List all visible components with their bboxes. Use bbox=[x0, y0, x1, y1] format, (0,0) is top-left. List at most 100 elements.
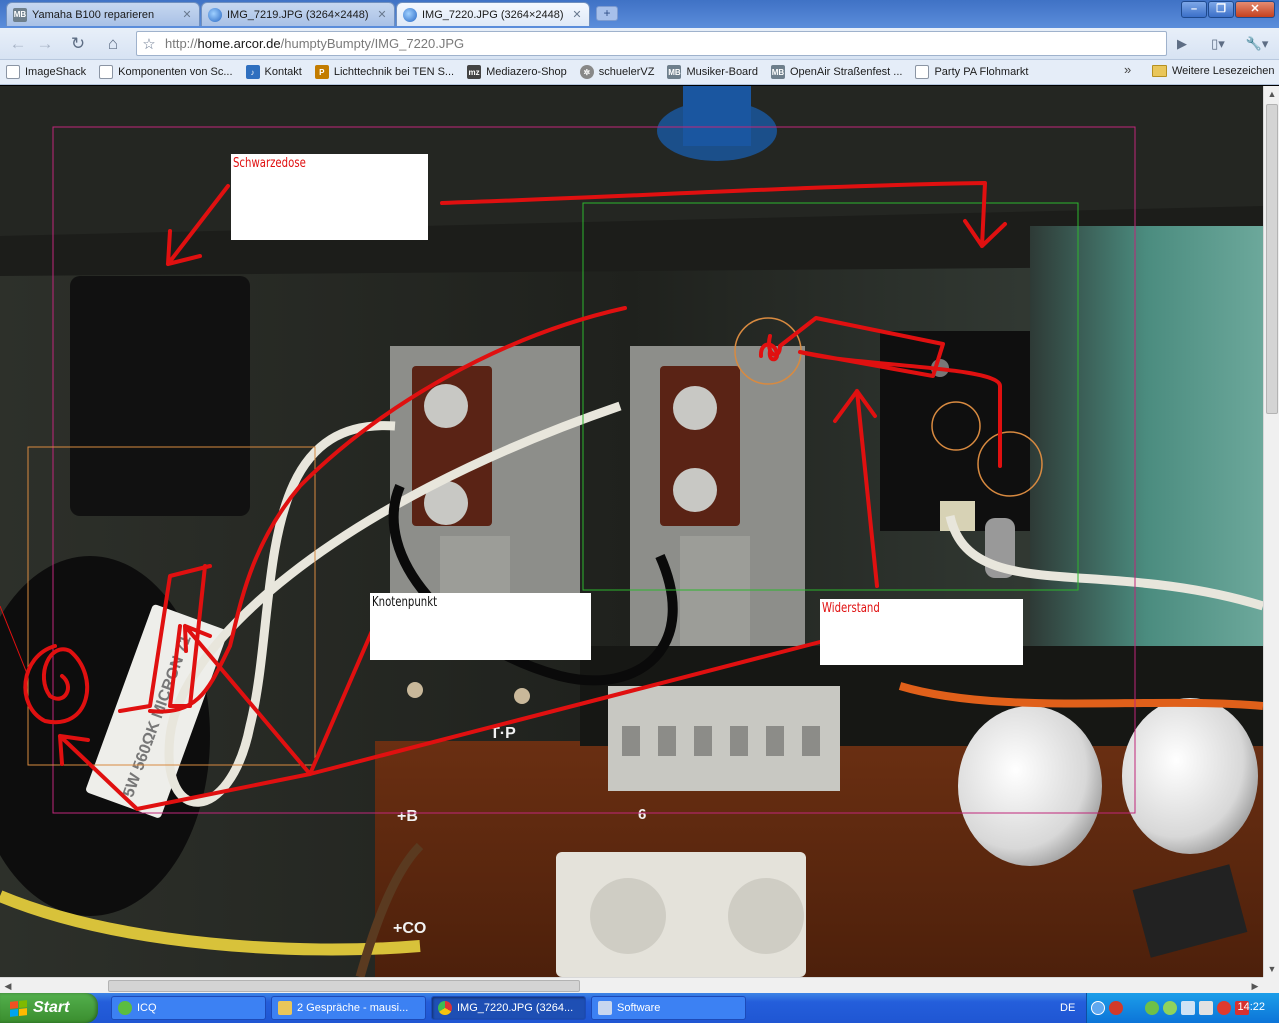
bookmark-musiker-board[interactable]: MB Musiker-Board bbox=[667, 65, 758, 79]
page-icon bbox=[99, 65, 114, 79]
tab-title: IMG_7220.JPG (3264×2448) bbox=[422, 8, 564, 21]
taskbar-item-label: 2 Gespräche - mausi... bbox=[297, 1002, 409, 1014]
bookmark-openair[interactable]: MB OpenAir Straßenfest ... bbox=[770, 65, 903, 79]
tab-img-7220[interactable]: IMG_7220.JPG (3264×2448) ✕ bbox=[396, 2, 590, 26]
taskbar-item-label: IMG_7220.JPG (3264... bbox=[457, 1002, 574, 1014]
taskbar-item-icq[interactable]: ICQ bbox=[111, 996, 266, 1020]
mb-icon: MB bbox=[770, 65, 785, 79]
resistor-hole bbox=[590, 878, 666, 954]
p-logo-icon: P bbox=[314, 65, 329, 79]
start-label: Start bbox=[33, 999, 70, 1016]
tab-title: IMG_7219.JPG (3264×2448) bbox=[227, 8, 369, 21]
other-bookmarks-button[interactable]: Weitere Lesezeichen bbox=[1152, 65, 1275, 77]
url-prefix: http:// bbox=[165, 36, 198, 51]
pcb-hole bbox=[407, 682, 423, 698]
bookmark-label: Mediazero-Shop bbox=[486, 66, 567, 78]
speaker-icon[interactable] bbox=[1199, 1001, 1213, 1015]
bookmark-lichttechnik[interactable]: P Lichttechnik bei TEN S... bbox=[314, 65, 455, 79]
mz-logo-icon: mz bbox=[467, 65, 482, 79]
bookmark-label: OpenAir Straßenfest ... bbox=[789, 66, 903, 78]
page-icon bbox=[6, 65, 20, 79]
bookmark-label: schuelerVZ bbox=[598, 66, 655, 78]
annotated-photo: T·P +B +CO 6 5W 560ΩK MICRON 71 bbox=[0, 86, 1263, 977]
capacitor bbox=[1122, 698, 1258, 854]
image-viewport: T·P +B +CO 6 5W 560ΩK MICRON 71 Schwarze… bbox=[0, 86, 1263, 977]
scroll-left-arrow-icon[interactable]: ◀ bbox=[0, 978, 16, 994]
reload-button[interactable]: ↻ bbox=[66, 32, 90, 56]
close-icon[interactable]: ✕ bbox=[376, 8, 388, 21]
bookmark-label: Kontakt bbox=[264, 66, 302, 78]
tools-menu-button[interactable]: 🔧▾ bbox=[1240, 32, 1274, 56]
pcb-label-plus-co: +CO bbox=[393, 920, 426, 937]
bookmark-kontakt[interactable]: ♪ Kontakt bbox=[245, 65, 302, 79]
folder-icon bbox=[1152, 65, 1167, 77]
scroll-right-arrow-icon[interactable]: ▶ bbox=[1247, 978, 1263, 994]
back-button[interactable]: ← bbox=[6, 32, 30, 56]
folder-icon bbox=[278, 1001, 292, 1015]
chrome-icon bbox=[438, 1001, 452, 1015]
label-schwarzedose: Schwarzedose bbox=[233, 156, 306, 171]
taskbar-item-label: ICQ bbox=[137, 1002, 157, 1014]
pin-header-connector bbox=[608, 686, 840, 791]
bookmark-komponenten[interactable]: Komponenten von Sc... bbox=[99, 65, 233, 79]
bookmark-imageshack[interactable]: ImageShack bbox=[6, 65, 86, 79]
tab-img-7219[interactable]: IMG_7219.JPG (3264×2448) ✕ bbox=[201, 2, 395, 26]
go-button[interactable]: ▶ bbox=[1170, 32, 1194, 56]
close-icon[interactable]: ✕ bbox=[181, 8, 193, 21]
blue-knob-shaft bbox=[683, 86, 751, 146]
bookmark-label: ImageShack bbox=[25, 66, 87, 78]
scroll-down-arrow-icon[interactable]: ▼ bbox=[1264, 961, 1279, 977]
maximize-button[interactable]: ❐ bbox=[1208, 1, 1234, 18]
new-tab-button[interactable]: + bbox=[596, 6, 618, 21]
clock[interactable]: 14:22 bbox=[1237, 1001, 1265, 1013]
security-shield-icon[interactable] bbox=[1109, 1001, 1123, 1015]
scroll-corner bbox=[1263, 977, 1279, 993]
address-bar[interactable]: ☆ http://home.arcor.de/humptyBumpty/IMG_… bbox=[136, 31, 1167, 56]
right-switch bbox=[630, 346, 805, 646]
bookmark-party-pa[interactable]: Party PA Flohmarkt bbox=[915, 65, 1028, 79]
resistor-hole bbox=[728, 878, 804, 954]
scroll-up-arrow-icon[interactable]: ▲ bbox=[1264, 86, 1279, 102]
bookmark-label: Party PA Flohmarkt bbox=[934, 66, 1029, 78]
music-note-icon: ♪ bbox=[245, 65, 260, 79]
url-text[interactable]: http://home.arcor.de/humptyBumpty/IMG_72… bbox=[161, 36, 464, 51]
vertical-scroll-thumb[interactable] bbox=[1266, 104, 1278, 414]
close-window-button[interactable]: ✕ bbox=[1235, 1, 1275, 18]
pcb-label-connector-num: 6 bbox=[638, 806, 646, 823]
taskbar-item-label: Software bbox=[617, 1002, 661, 1014]
tab-yamaha[interactable]: MB Yamaha B100 reparieren ✕ bbox=[6, 2, 200, 26]
bookmark-label: Lichttechnik bei TEN S... bbox=[333, 66, 455, 78]
monitor-icon[interactable] bbox=[1181, 1001, 1195, 1015]
antivirus-icon[interactable] bbox=[1217, 1001, 1231, 1015]
taskbar-item-gespraeche[interactable]: 2 Gespräche - mausi... bbox=[271, 996, 426, 1020]
other-bookmarks-label: Weitere Lesezeichen bbox=[1172, 65, 1275, 77]
pcb-hole bbox=[514, 688, 530, 704]
vertical-scrollbar[interactable]: ▲ ▼ bbox=[1263, 86, 1279, 977]
globe-icon bbox=[403, 7, 417, 22]
close-icon[interactable]: ✕ bbox=[571, 8, 583, 21]
url-path: /humptyBumpty/IMG_7220.JPG bbox=[280, 36, 465, 51]
language-indicator[interactable]: DE bbox=[1060, 1002, 1075, 1014]
bookmark-schuelervz[interactable]: ✲ schuelerVZ bbox=[579, 65, 655, 79]
network-icon[interactable] bbox=[1145, 1001, 1159, 1015]
tab-title: Yamaha B100 reparieren bbox=[32, 8, 155, 21]
horizontal-scroll-thumb[interactable] bbox=[108, 980, 580, 992]
forward-button[interactable]: → bbox=[33, 32, 57, 56]
minimize-button[interactable]: – bbox=[1181, 1, 1207, 18]
horizontal-scrollbar[interactable]: ◀ ▶ bbox=[0, 977, 1263, 993]
window-icon bbox=[598, 1001, 612, 1015]
tray-arrow-icon[interactable] bbox=[1091, 1001, 1105, 1015]
label-widerstand: Widerstand bbox=[822, 601, 880, 616]
taskbar-item-software[interactable]: Software bbox=[591, 996, 746, 1020]
bookmarks-bar: ImageShack Komponenten von Sc... ♪ Kontak… bbox=[0, 60, 1279, 85]
bookmark-mediazero[interactable]: mz Mediazero-Shop bbox=[467, 65, 567, 79]
bookmark-star-icon[interactable]: ☆ bbox=[137, 35, 161, 53]
tab-strip: MB Yamaha B100 reparieren ✕ IMG_7219.JPG… bbox=[0, 0, 1279, 28]
taskbar-item-browser[interactable]: IMG_7220.JPG (3264... bbox=[431, 996, 586, 1020]
system-tray: 14:22 bbox=[1086, 993, 1279, 1023]
icq-flower-icon[interactable] bbox=[1163, 1001, 1177, 1015]
bookmarks-overflow-button[interactable]: » bbox=[1124, 62, 1131, 77]
start-button[interactable]: Start bbox=[0, 993, 98, 1023]
home-button[interactable]: ⌂ bbox=[101, 32, 125, 56]
page-menu-button[interactable]: ▯▾ bbox=[1203, 32, 1233, 56]
